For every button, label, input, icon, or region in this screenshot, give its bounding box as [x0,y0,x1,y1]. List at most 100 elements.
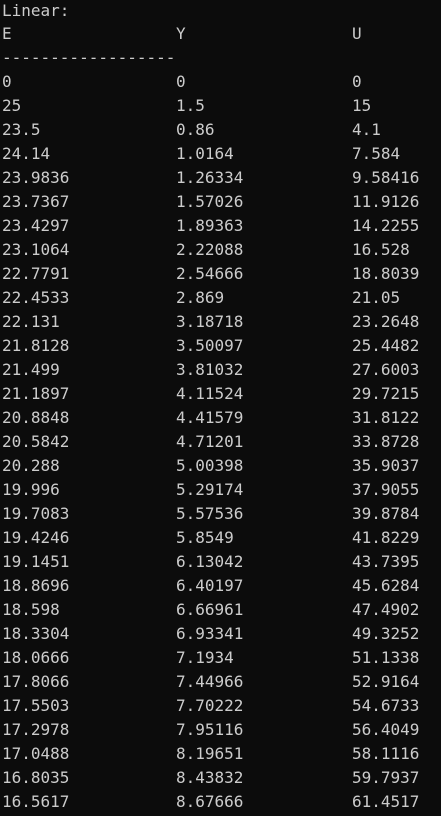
table-row: 21.1897 4.11524 29.7215 [2,382,439,406]
table-row: 18.0666 7.1934 51.1338 [2,646,439,670]
value-y: 5.8549 [176,528,234,547]
value-u: 27.6003 [352,360,420,379]
value-e: 19.996 [2,480,60,499]
value-y: 1.57026 [176,192,244,211]
value-e: 18.3304 [2,624,70,643]
value-y: 2.22088 [176,240,244,259]
value-e: 19.7083 [2,504,70,523]
value-y: 8.43832 [176,768,244,787]
value-u: 43.7395 [352,552,420,571]
table-row: 19.996 5.29174 37.9055 [2,478,439,502]
value-e: 22.131 [2,312,60,331]
value-y: 4.41579 [176,408,244,427]
table-row: 19.1451 6.13042 43.7395 [2,550,439,574]
value-e: 19.1451 [2,552,70,571]
value-e: 22.4533 [2,288,70,307]
value-u: 41.8229 [352,528,420,547]
value-u: 14.2255 [352,216,420,235]
table-row: 20.5842 4.71201 33.8728 [2,430,439,454]
table-row: 21.499 3.81032 27.6003 [2,358,439,382]
table-row: 17.8066 7.44966 52.9164 [2,670,439,694]
value-u: 54.6733 [352,696,420,715]
console-output: Linear: E Y U ------------------ 0 0 0 25 1.… [2,0,439,816]
value-e: 23.5 [2,120,41,139]
value-e: 18.598 [2,600,60,619]
value-u: 7.584 [352,144,401,163]
table-row: 20.288 5.00398 35.9037 [2,454,439,478]
value-e: 21.499 [2,360,60,379]
table-row: 18.598 6.66961 47.4902 [2,598,439,622]
value-u: 15 [352,96,372,115]
value-e: 25 [2,96,22,115]
value-u: 49.3252 [352,624,420,643]
value-u: 23.2648 [352,312,420,331]
table-row: 17.5503 7.70222 54.6733 [2,694,439,718]
value-u: 21.05 [352,288,401,307]
value-y: 0.86 [176,120,215,139]
value-e: 21.8128 [2,336,70,355]
value-y: 8.19651 [176,744,244,763]
value-u: 29.7215 [352,384,420,403]
value-u: 33.8728 [352,432,420,451]
value-y: 3.50097 [176,336,244,355]
value-u: 39.8784 [352,504,420,523]
output-title-line: Linear: [2,0,439,22]
value-u: 18.8039 [352,264,420,283]
value-u: 56.4049 [352,720,420,739]
value-e: 23.9836 [2,168,70,187]
table-row: 0 0 0 [2,70,439,94]
data-rows: 0 0 0 25 1.5 15 23.5 0.86 4.1 24.14 1.0164 7.584 23.… [2,70,439,814]
table-row: 17.2978 7.95116 56.4049 [2,718,439,742]
table-row: 17.0488 8.19651 58.1116 [2,742,439,766]
table-row: 20.8848 4.41579 31.8122 [2,406,439,430]
table-row: 25 1.5 15 [2,94,439,118]
table-row: 22.4533 2.869 21.05 [2,286,439,310]
table-row: 23.4297 1.89363 14.2255 [2,214,439,238]
value-y: 1.89363 [176,216,244,235]
value-u: 59.7937 [352,768,420,787]
value-y: 5.00398 [176,456,244,475]
value-y: 7.1934 [176,648,234,667]
value-u: 0 [352,72,362,91]
separator: ------------------ [2,48,176,67]
value-u: 4.1 [352,120,381,139]
value-e: 17.5503 [2,696,70,715]
value-u: 37.9055 [352,480,420,499]
table-row: 18.8696 6.40197 45.6284 [2,574,439,598]
value-y: 7.44966 [176,672,244,691]
value-y: 3.81032 [176,360,244,379]
value-u: 11.9126 [352,192,420,211]
value-y: 3.18718 [176,312,244,331]
table-row: 19.7083 5.57536 39.8784 [2,502,439,526]
value-e: 18.0666 [2,648,70,667]
value-u: 25.4482 [352,336,420,355]
value-y: 6.13042 [176,552,244,571]
value-y: 5.57536 [176,504,244,523]
value-u: 58.1116 [352,744,420,763]
value-e: 24.14 [2,144,51,163]
value-u: 52.9164 [352,672,420,691]
value-e: 16.5617 [2,792,70,811]
value-y: 6.93341 [176,624,244,643]
table-row: 23.9836 1.26334 9.58416 [2,166,439,190]
value-y: 7.95116 [176,720,244,739]
value-e: 20.288 [2,456,60,475]
value-e: 17.2978 [2,720,70,739]
table-row: 16.5617 8.67666 61.4517 [2,790,439,814]
value-y: 5.29174 [176,480,244,499]
table-row: 18.3304 6.93341 49.3252 [2,622,439,646]
table-row: 16.8035 8.43832 59.7937 [2,766,439,790]
value-u: 31.8122 [352,408,420,427]
value-y: 6.40197 [176,576,244,595]
value-y: 1.5 [176,96,205,115]
value-y: 2.54666 [176,264,244,283]
value-y: 1.0164 [176,144,234,163]
value-e: 17.0488 [2,744,70,763]
value-e: 20.8848 [2,408,70,427]
value-y: 4.11524 [176,384,244,403]
value-e: 23.1064 [2,240,70,259]
value-u: 45.6284 [352,576,420,595]
table-row: 23.5 0.86 4.1 [2,118,439,142]
value-y: 0 [176,72,186,91]
value-e: 0 [2,72,12,91]
